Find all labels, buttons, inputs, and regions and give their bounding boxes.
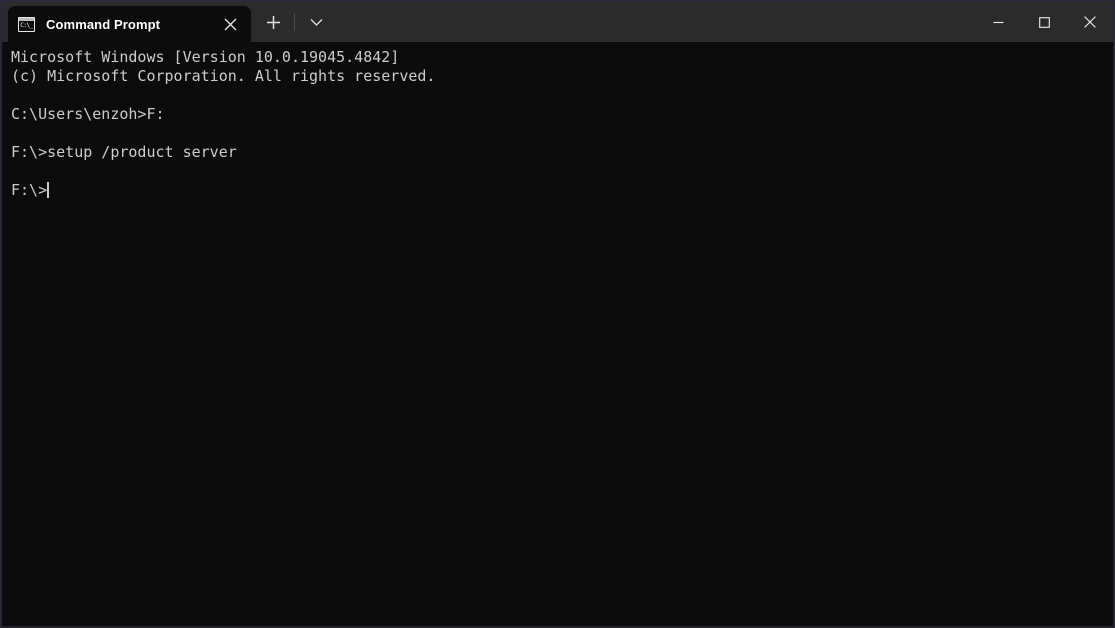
tab-strip: C:\_ Command Prompt bbox=[2, 2, 334, 42]
tab-tools-divider bbox=[294, 13, 295, 31]
command-prompt-icon: C:\_ bbox=[18, 16, 35, 32]
terminal-line: (c) Microsoft Corporation. All rights re… bbox=[11, 67, 436, 85]
terminal-line: F:\>setup /product server bbox=[11, 143, 237, 161]
chevron-down-icon[interactable] bbox=[298, 7, 334, 37]
terminal-prompt-line: F:\> bbox=[11, 181, 1113, 200]
terminal-prompt: F:\> bbox=[11, 181, 48, 199]
maximize-button[interactable] bbox=[1021, 2, 1067, 42]
tab-title: Command Prompt bbox=[46, 16, 161, 32]
minimize-button[interactable] bbox=[975, 2, 1021, 42]
terminal-line: C:\Users\enzoh>F: bbox=[11, 105, 165, 123]
close-icon[interactable] bbox=[215, 9, 245, 39]
terminal-output-area[interactable]: Microsoft Windows [Version 10.0.19045.48… bbox=[2, 42, 1113, 626]
title-bar: C:\_ Command Prompt bbox=[2, 2, 1113, 42]
terminal-line: Microsoft Windows [Version 10.0.19045.48… bbox=[11, 48, 400, 66]
terminal-cursor bbox=[47, 182, 50, 198]
close-button[interactable] bbox=[1067, 2, 1113, 42]
tab-tools bbox=[251, 4, 334, 40]
new-tab-button[interactable] bbox=[255, 7, 291, 37]
terminal-window: C:\_ Command Prompt Microsoft Windows [V… bbox=[0, 0, 1115, 628]
title-bar-drag-area[interactable] bbox=[334, 2, 975, 42]
command-prompt-icon-glyph: C:\_ bbox=[20, 21, 33, 29]
tab-command-prompt[interactable]: C:\_ Command Prompt bbox=[8, 6, 251, 42]
window-controls bbox=[975, 2, 1113, 42]
